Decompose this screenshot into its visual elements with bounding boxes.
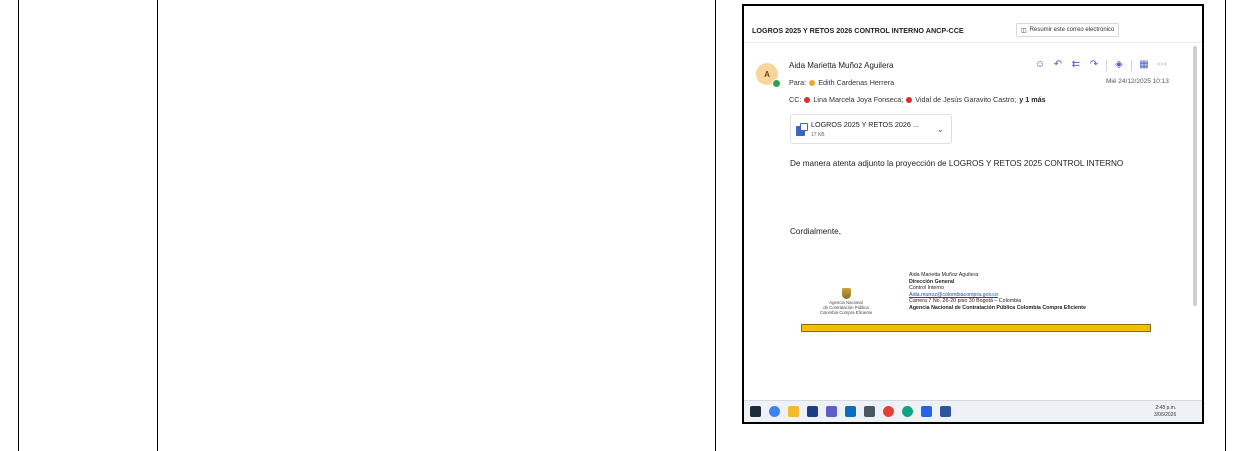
signature-bar (801, 324, 1151, 332)
clock-date: 3/06/2026 (1154, 411, 1177, 418)
sender-name[interactable]: Aida Marietta Muñoz Aguilera (789, 61, 894, 70)
table-border-right (1225, 0, 1226, 451)
email-closing: Cordialmente, (790, 227, 841, 236)
chevron-down-icon[interactable]: ⌄ (937, 125, 944, 134)
to-line: Para: Edith Cardenas Herrera (789, 78, 894, 87)
actions-divider (1106, 59, 1107, 71)
taskbar-icons (750, 406, 951, 417)
store-icon[interactable] (807, 406, 818, 417)
cc-line: CC: Lina Marcela Joya Fonseca; Vidal de … (789, 95, 1046, 104)
clock-time: 2:48 p.m. (1155, 405, 1177, 411)
signature-address: Carrera 7 No. 26-20 piso 30 Bogotá – Col… (909, 298, 1022, 305)
to-label: Para: (789, 78, 807, 87)
attachment-card[interactable]: LOGROS 2025 Y RETOS 2026 ... 17 KB ⌄ (790, 114, 952, 144)
forward-icon[interactable]: ↷ (1088, 59, 1100, 71)
signature-block: Aida Marietta Muñoz Aguilera Dirección G… (909, 272, 1086, 312)
cc-recipient[interactable]: Vidal de Jesús Garavito Castro; (915, 95, 1016, 104)
email-screenshot: LOGROS 2025 Y RETOS 2026 CONTROL INTERNO… (742, 4, 1204, 424)
reply-icon[interactable]: ↶ (1052, 59, 1064, 71)
edge-icon[interactable] (902, 406, 913, 417)
subject-bar: LOGROS 2025 Y RETOS 2026 CONTROL INTERNO… (744, 6, 1202, 43)
cc-recipient[interactable]: Lina Marcela Joya Fonseca; (813, 95, 903, 104)
calculator-icon[interactable] (864, 406, 875, 417)
word-icon[interactable] (940, 406, 951, 417)
taskbar: 2:48 p.m. 3/06/2026 (744, 400, 1202, 422)
cc-label: CC: (789, 95, 802, 104)
start-icon[interactable] (750, 406, 761, 417)
file-explorer-icon[interactable] (788, 406, 799, 417)
presence-icon (772, 79, 781, 88)
app-icon[interactable] (921, 406, 932, 417)
signature-name: Aida Marietta Muñoz Aguilera (909, 272, 979, 278)
loop-icon[interactable]: ◈ (1113, 59, 1125, 71)
signature-agency: Agencia Nacional de Contratación Pública… (909, 305, 1086, 312)
outlook-icon[interactable] (845, 406, 856, 417)
crest-icon (841, 288, 851, 299)
reply-all-icon[interactable]: ⇇ (1070, 59, 1082, 71)
signature-email-link[interactable]: Aida.munoz@colombiacompra.gov.co (909, 292, 1086, 299)
agency-logo: Agencia Nacional de Contratación Pública… (816, 288, 876, 316)
word-file-icon (796, 123, 808, 136)
table-border-col3 (715, 0, 716, 451)
table-border-left (18, 0, 19, 451)
message-actions: ☺ ↶ ⇇ ↷ ◈ ▦ ⋯ (1034, 58, 1168, 72)
emoji-icon[interactable]: ☺ (1034, 59, 1046, 71)
logo-text: Agencia Nacional de Contratación Pública… (816, 300, 876, 316)
scrollbar[interactable] (1193, 46, 1197, 306)
copilot-icon[interactable] (769, 406, 780, 417)
cc-more-link[interactable]: y 1 más (1019, 95, 1045, 104)
more-options-icon[interactable]: ⋯ (1156, 59, 1168, 71)
actions-divider (1131, 59, 1132, 71)
taskbar-clock[interactable]: 2:48 p.m. 3/06/2026 (1154, 405, 1176, 418)
attachment-name: LOGROS 2025 Y RETOS 2026 ... (811, 120, 919, 129)
attachment-size: 17 KB (811, 132, 825, 138)
summarize-button[interactable]: ◫ Resumir este correo electrónico (1016, 23, 1120, 37)
cc-status-dot (804, 96, 811, 103)
cc-status-dot (906, 96, 913, 103)
summarize-icon: ◫ (1021, 27, 1027, 34)
teams-icon[interactable] (826, 406, 837, 417)
email-body: De manera atenta adjunto la proyección d… (790, 159, 1124, 168)
signature-dept: Dirección General (909, 278, 955, 285)
chrome-icon[interactable] (883, 406, 894, 417)
sent-date: Mié 24/12/2025 10:13 (1106, 78, 1169, 85)
apps-icon[interactable]: ▦ (1138, 59, 1150, 71)
table-border-col2 (157, 0, 158, 451)
signature-area: Control Interno (909, 285, 945, 292)
logo-line: Colombia Compra Eficiente (819, 309, 873, 315)
email-subject: LOGROS 2025 Y RETOS 2026 CONTROL INTERNO… (752, 26, 964, 35)
summarize-label: Resumir este correo electrónico (1029, 27, 1115, 33)
to-status-dot (809, 79, 816, 86)
to-recipient[interactable]: Edith Cardenas Herrera (818, 78, 894, 87)
